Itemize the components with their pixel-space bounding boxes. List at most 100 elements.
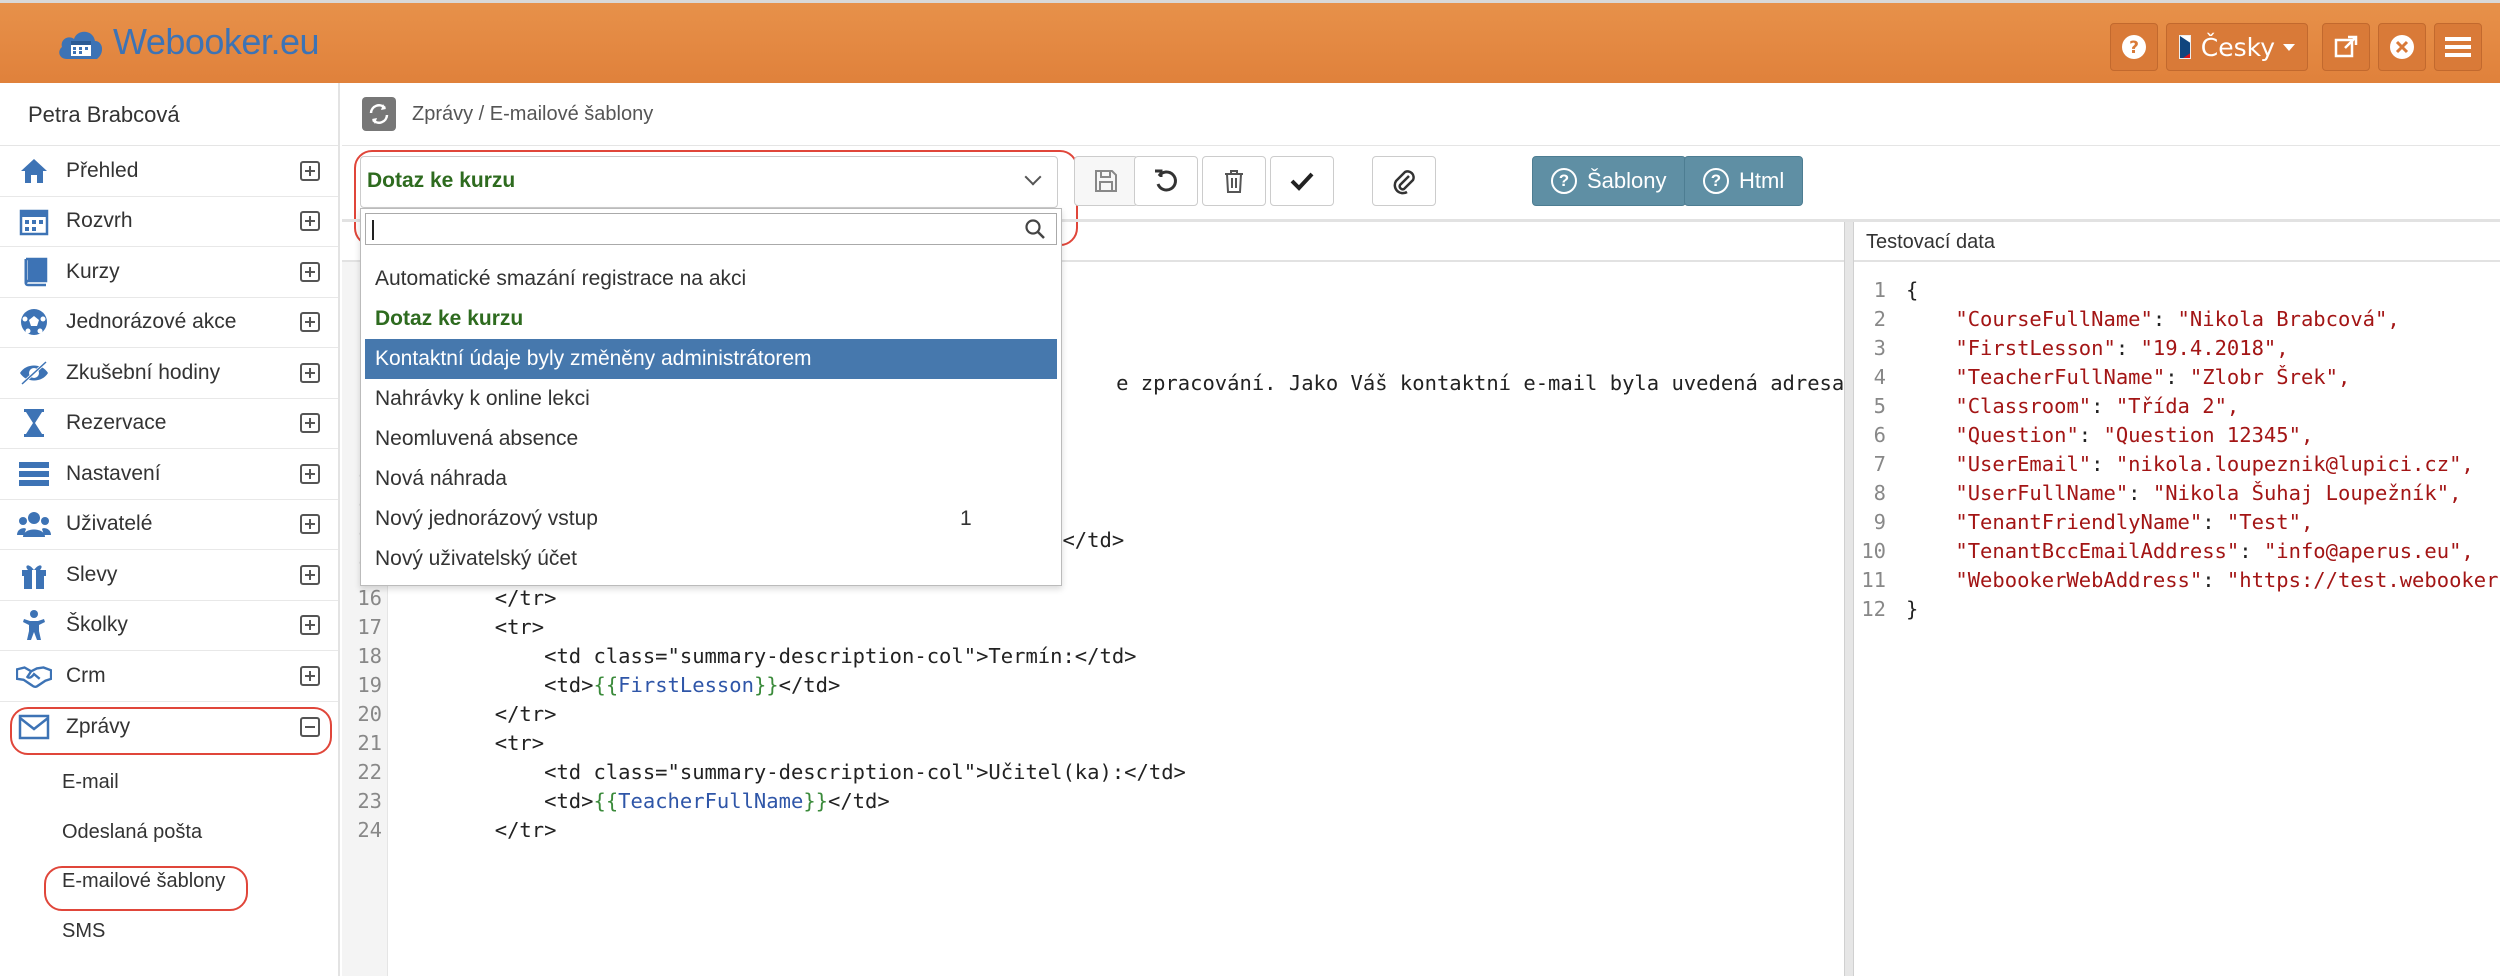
trash-icon	[1225, 170, 1243, 193]
json-text: "UserFullName": "Nikola Šuhaj Loupežník"…	[1955, 481, 2462, 505]
json-value: "Zlobr Šrek",	[2189, 365, 2351, 389]
line-number: 18	[357, 644, 382, 668]
json-key: "UserFullName"	[1955, 481, 2129, 505]
text-cursor	[372, 220, 374, 240]
code-text: </tr>	[396, 818, 557, 842]
line-number: 17	[357, 615, 382, 639]
json-value: "Test",	[2226, 510, 2314, 534]
expand-icon[interactable]	[300, 413, 320, 434]
expand-icon[interactable]	[300, 160, 320, 181]
line-number: 2	[1873, 307, 1886, 331]
sidebar-subitem-sent-mail[interactable]: Odeslaná pošta	[0, 808, 338, 858]
menu-button[interactable]	[2434, 23, 2482, 71]
highlight-email-templates	[44, 866, 248, 911]
sidebar-subnav: E-mail Odeslaná pošta E-mailové šablony …	[0, 752, 338, 956]
sidebar-item-nastaveni[interactable]: Nastavení	[0, 449, 338, 500]
template-brace: {{	[593, 673, 619, 697]
sidebar-item-uzivatele[interactable]: Uživatelé	[0, 500, 338, 550]
sidebar-item-prehled[interactable]: Přehled	[0, 146, 338, 197]
panel-splitter[interactable]	[1844, 222, 1854, 976]
dropdown-option-selected[interactable]: Dotaz ke kurzu	[365, 299, 1057, 339]
expand-icon[interactable]	[300, 312, 320, 333]
sidebar-item-jednorazove-akce[interactable]: Jednorázové akce	[0, 298, 338, 348]
line-number: 21	[357, 731, 382, 755]
json-key: "UserEmail"	[1955, 452, 2092, 476]
html-button[interactable]: ? Html	[1684, 156, 1804, 206]
dropdown-option-highlighted[interactable]: Kontaktní údaje byly změněny administrát…	[365, 339, 1057, 379]
expand-icon[interactable]	[300, 463, 320, 484]
home-icon	[16, 155, 52, 187]
question-circle-icon: ?	[2122, 35, 2146, 59]
sidebar-subitem-sms[interactable]: SMS	[0, 907, 338, 957]
json-text: "Question": "Question 12345",	[1955, 423, 2314, 447]
sidebar-item-slevy[interactable]: Slevy	[0, 550, 338, 601]
expand-icon[interactable]	[300, 362, 320, 383]
code-text: <td class="summary-description-col">Term…	[396, 644, 1137, 668]
search-icon	[1025, 219, 1045, 239]
sidebar-item-label: Jednorázové akce	[66, 310, 237, 334]
dropdown-option[interactable]: Nový jednorázový vstup 1	[365, 499, 1057, 539]
sidebar-subitem-email[interactable]: E-mail	[0, 758, 338, 808]
json-key: "Question"	[1955, 423, 2079, 447]
dropdown-option[interactable]: Nová náhrada	[365, 459, 1057, 499]
json-text: "UserEmail": "nikola.loupeznik@lupici.cz…	[1955, 452, 2474, 476]
template-variable: TeacherFullName	[618, 789, 804, 813]
refresh-button[interactable]	[362, 97, 396, 131]
json-text: "TenantBccEmailAddress": "info@aperus.eu…	[1955, 539, 2474, 563]
sidebar-item-rozvrh[interactable]: Rozvrh	[0, 197, 338, 247]
dropdown-option[interactable]: Automatické smazání registrace na akci	[365, 259, 1057, 299]
expand-icon[interactable]	[300, 564, 320, 585]
line-number: 11	[1861, 568, 1886, 592]
breadcrumb: Zprávy / E-mailové šablony	[412, 102, 654, 125]
save-button[interactable]	[1074, 156, 1138, 206]
svg-text:?: ?	[2129, 38, 2139, 58]
app-header: Webooker.eu ? Česky	[0, 0, 2500, 83]
sidebar-item-rezervace[interactable]: Rezervace	[0, 399, 338, 449]
expand-icon[interactable]	[300, 615, 320, 636]
line-number: 12	[1861, 597, 1886, 621]
expand-icon[interactable]	[300, 261, 320, 282]
undo-button[interactable]	[1134, 156, 1198, 206]
dropdown-option[interactable]: Nahrávky k online lekci	[365, 379, 1057, 419]
confirm-button[interactable]	[1270, 156, 1334, 206]
open-external-button[interactable]	[2322, 23, 2370, 71]
template-select[interactable]: Dotaz ke kurzu	[360, 156, 1058, 208]
gift-icon	[16, 559, 52, 591]
template-search-input[interactable]	[365, 213, 1057, 245]
template-variable: FirstLesson	[618, 673, 754, 697]
delete-button[interactable]	[1202, 156, 1266, 206]
attachment-button[interactable]	[1372, 156, 1436, 206]
json-value: "info@aperus.eu",	[2263, 539, 2474, 563]
close-button[interactable]	[2378, 23, 2426, 71]
sidebar-item-crm[interactable]: Crm	[0, 651, 338, 702]
expand-icon[interactable]	[300, 514, 320, 535]
line-number: 10	[1861, 539, 1886, 563]
refresh-icon	[369, 104, 389, 124]
json-text: "WebookerWebAddress": "https://test.webo…	[1906, 566, 2500, 595]
breadcrumb-bar: Zprávy / E-mailové šablony	[342, 83, 2500, 146]
dropdown-option[interactable]: Nový uživatelský účet	[365, 539, 1057, 579]
language-label: Česky	[2200, 32, 2275, 62]
line-number: 6	[1873, 423, 1886, 447]
users-icon	[16, 508, 52, 540]
help-button[interactable]: ?	[2110, 23, 2158, 71]
expand-icon[interactable]	[300, 211, 320, 232]
logo[interactable]: Webooker.eu	[55, 21, 319, 63]
json-value: "Question 12345",	[2103, 423, 2314, 447]
sidebar-item-kurzy[interactable]: Kurzy	[0, 247, 338, 298]
code-text: e zpracování. Jako Váš kontaktní e-mail …	[1116, 371, 1844, 395]
json-value: "19.4.2018",	[2140, 336, 2289, 360]
json-text: "CourseFullName": "Nikola Brabcová",	[1955, 307, 2400, 331]
server-icon	[16, 458, 52, 490]
language-select[interactable]: Česky	[2166, 23, 2308, 71]
templates-button[interactable]: ? Šablony	[1532, 156, 1686, 206]
hourglass-icon	[16, 407, 52, 439]
line-number: 23	[357, 789, 382, 813]
sidebar-item-skolky[interactable]: Školky	[0, 601, 338, 651]
json-value: "nikola.loupeznik@lupici.cz",	[2115, 452, 2474, 476]
sidebar-item-zkusebni-hodiny[interactable]: Zkušební hodiny	[0, 348, 338, 399]
expand-icon[interactable]	[300, 665, 320, 686]
paperclip-icon	[1393, 170, 1415, 195]
dropdown-option[interactable]: Neomluvená absence	[365, 419, 1057, 459]
json-text: {	[1906, 278, 1919, 302]
